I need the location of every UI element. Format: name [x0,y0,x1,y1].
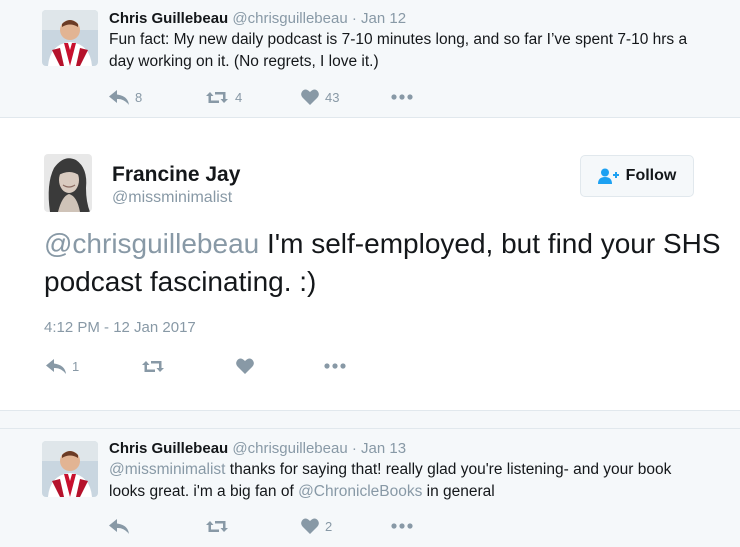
more-button[interactable] [391,523,413,529]
reply-count: 1 [72,358,80,374]
retweet-button[interactable] [205,519,301,534]
like-count: 2 [325,518,333,534]
retweet-icon [206,520,228,532]
tweet-chris-reply[interactable]: Chris Guillebeau @chrisguillebeau · Jan … [0,428,740,547]
author-handle[interactable]: @missminimalist [112,188,232,208]
reply-button[interactable]: 8 [109,89,205,105]
tweet-text: Fun fact: My new daily podcast is 7-10 m… [109,31,688,70]
like-button[interactable]: 2 [301,518,391,534]
avatar-chris[interactable] [42,10,98,66]
mention-link[interactable]: @missminimalist [109,461,226,478]
retweet-icon [206,91,228,103]
tweet-text: @chrisguillebeau I'm self-employed, but … [44,225,724,301]
mention-link[interactable]: @ChronicleBooks [298,483,422,500]
reply-count: 8 [135,89,143,105]
heart-icon [301,89,319,105]
separator-dot: · [351,10,357,27]
reply-icon [46,358,66,374]
author-handle[interactable]: @chrisguillebeau [232,440,347,457]
like-button[interactable]: 43 [301,89,391,105]
avatar-chris[interactable] [42,441,98,497]
more-icon [324,363,346,369]
retweet-button[interactable]: 4 [205,90,301,105]
author-name[interactable]: Chris Guillebeau [109,10,228,27]
mention-link[interactable]: @chrisguillebeau [44,228,259,259]
reply-icon [109,518,129,534]
retweet-icon [142,360,164,372]
author-name[interactable]: Francine Jay [112,162,240,188]
reply-button[interactable] [109,518,205,534]
tweet-chris-1[interactable]: Chris Guillebeau @chrisguillebeau · Jan … [0,0,740,118]
more-button[interactable] [391,94,413,100]
tweet-francine-main: Francine Jay @missminimalist Follow @chr… [0,118,740,410]
reply-button[interactable]: 1 [46,358,141,374]
heart-icon [301,518,319,534]
retweet-count: 4 [235,89,243,105]
heart-icon [236,358,254,374]
like-count: 43 [325,89,340,105]
tweet-date[interactable]: Jan 13 [361,440,406,457]
tweet-timestamp[interactable]: 4:12 PM - 12 Jan 2017 [44,318,196,338]
reply-icon [109,89,129,105]
follow-label: Follow [625,167,677,184]
separator-dot: · [351,440,357,457]
tweet-body-end: in general [422,483,495,500]
more-button[interactable] [324,363,346,369]
more-icon [391,523,413,529]
like-button[interactable] [236,358,324,374]
author-handle[interactable]: @chrisguillebeau [232,10,347,27]
more-icon [391,94,413,100]
author-name[interactable]: Chris Guillebeau [109,440,228,457]
add-user-icon [597,168,619,184]
follow-button[interactable]: Follow [580,155,694,197]
retweet-button[interactable] [141,359,236,374]
tweet-date[interactable]: Jan 12 [361,10,406,27]
tweet-text: @missminimalist thanks for saying that! … [109,459,700,503]
conversation-separator [0,410,740,428]
avatar-francine[interactable] [44,154,92,212]
